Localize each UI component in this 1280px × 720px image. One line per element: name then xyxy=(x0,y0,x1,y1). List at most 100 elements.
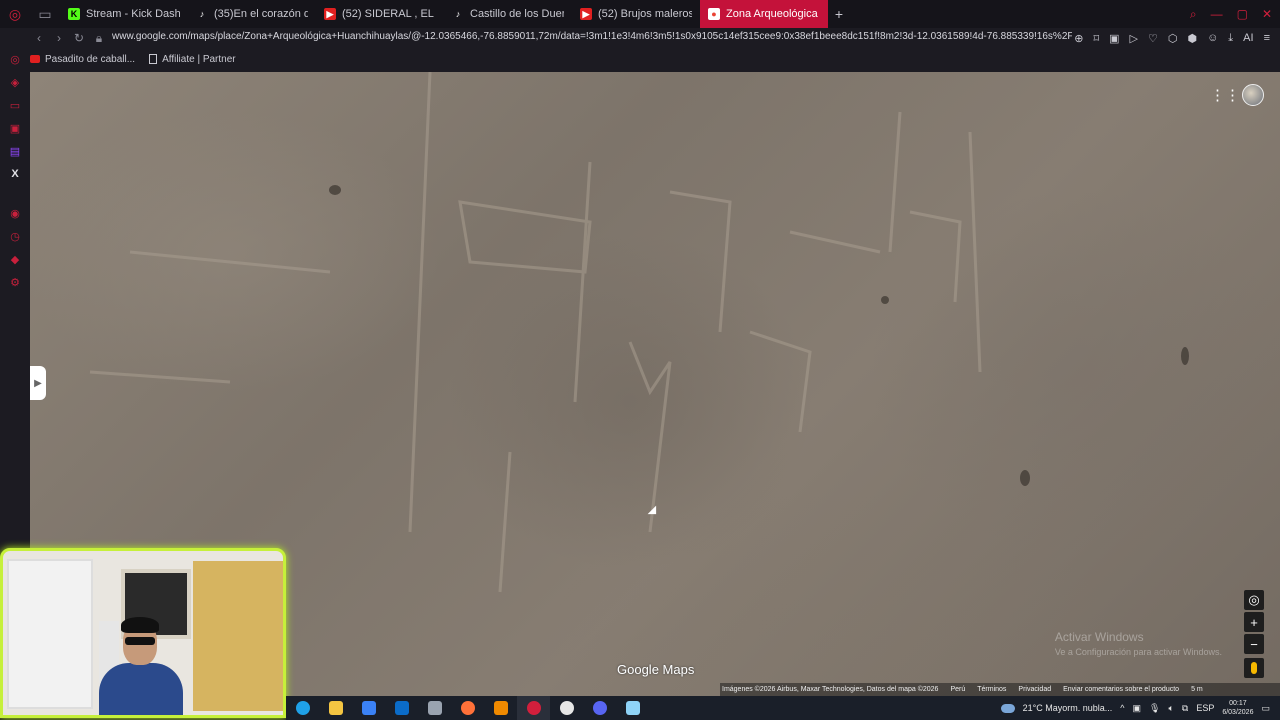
tab-label: Castillo de los Duendes: L xyxy=(470,8,564,20)
volume-icon[interactable]: 🔈︎ xyxy=(1168,703,1173,714)
tab-kick-dashboard[interactable]: K Stream - Kick Dashboard xyxy=(60,0,188,28)
reload-icon[interactable]: ↻ xyxy=(70,28,88,48)
close-icon[interactable]: ✕ xyxy=(1262,7,1272,21)
clock-time: 00:17 xyxy=(1229,700,1247,707)
tiktok-icon: ♪ xyxy=(199,9,205,19)
menu-icon[interactable]: ≡ xyxy=(1264,32,1270,44)
bookmark-label: Affiliate | Partner xyxy=(162,53,236,65)
tab-google-maps[interactable]: ● Zona Arqueológica Huanc xyxy=(700,0,828,28)
bookmark-label: Pasadito de caball... xyxy=(45,53,136,65)
opera-menu-icon[interactable]: ◎ xyxy=(0,0,30,28)
chevron-up-icon[interactable]: ^ xyxy=(1120,703,1124,713)
scale-bar[interactable]: 5 m xyxy=(1191,686,1203,693)
tab-label: (52) SIDERAL , EL STREAM xyxy=(342,8,436,20)
tab-tiktok-2[interactable]: ♪ Castillo de los Duendes: L xyxy=(444,0,572,28)
bookmarks-bar: Pasadito de caball... Affiliate | Partne… xyxy=(30,50,236,68)
history-icon[interactable]: ◷ xyxy=(8,229,22,243)
maximize-icon[interactable]: ▢ xyxy=(1237,7,1248,21)
tiktok-icon: ♪ xyxy=(455,9,461,19)
youtube-icon xyxy=(30,55,40,63)
new-tab-icon[interactable]: + xyxy=(828,0,850,28)
google-maps-logo: Google Maps xyxy=(617,662,695,677)
tab-label: Zona Arqueológica Huanc xyxy=(726,8,820,20)
account-avatar[interactable] xyxy=(1242,84,1264,106)
address-actions: ⊕ ⌑ ▣ ▷ ♡ ⬡ ⬢ ☺ ⤓ AI ≡ xyxy=(1074,28,1270,48)
opera-icon[interactable] xyxy=(517,696,550,720)
messenger-icon[interactable]: ▭ xyxy=(8,98,22,112)
privacy-link[interactable]: Privacidad xyxy=(1018,686,1051,693)
weather-text[interactable]: 21°C Mayorm. nubla... xyxy=(1023,703,1113,713)
window-controls: ⌕ — ▢ ✕ xyxy=(1190,0,1272,28)
imagery-credit: Imágenes ©2026 Airbus, Maxar Technologie… xyxy=(722,686,939,693)
notepad-icon[interactable] xyxy=(616,696,649,720)
obs-icon[interactable] xyxy=(550,696,583,720)
zoom-out-button[interactable]: − xyxy=(1244,634,1264,654)
workspaces-icon[interactable]: ▭ xyxy=(30,0,60,28)
search-tabs-icon[interactable]: ⌕ xyxy=(1190,7,1197,22)
settings-icon[interactable]: ⚙ xyxy=(8,275,22,289)
microphone-icon[interactable]: 🎙︎ xyxy=(1149,703,1160,714)
heart-icon[interactable]: ♡ xyxy=(1148,32,1158,45)
tab-label: (35)En el corazón del Cen xyxy=(214,8,308,20)
bookmark-pasadito[interactable]: Pasadito de caball... xyxy=(30,54,135,65)
tab-tiktok-1[interactable]: ♪ (35)En el corazón del Cen xyxy=(188,0,316,28)
bookmark-icon[interactable]: ⌑ xyxy=(1093,32,1099,45)
feedback-link[interactable]: Enviar comentarios sobre el producto xyxy=(1063,686,1179,693)
download-icon[interactable]: ⤓ xyxy=(1228,32,1233,45)
puzzle-icon[interactable]: ⬢ xyxy=(1187,32,1197,45)
bookmark-affiliate[interactable]: Affiliate | Partner xyxy=(149,54,236,65)
tab-youtube-1[interactable]: ▶ (52) SIDERAL , EL STREAM xyxy=(316,0,444,28)
clock-date: 6/03/2026 xyxy=(1222,709,1254,716)
lock-icon: 🔒︎ xyxy=(95,30,103,45)
watermark-title: Activar Windows xyxy=(1054,630,1144,644)
firefox-icon[interactable] xyxy=(451,696,484,720)
expand-panel-icon[interactable]: ▶ xyxy=(30,366,46,400)
zoom-icon[interactable]: ⊕ xyxy=(1074,32,1083,45)
store-icon[interactable] xyxy=(352,696,385,720)
play-icon[interactable]: ▷ xyxy=(1130,32,1138,45)
aria-icon[interactable]: ◎ xyxy=(8,52,22,66)
my-location-icon[interactable]: ◎ xyxy=(1244,590,1264,610)
system-tray: 21°C Mayorm. nubla... ^ ▣ 🎙︎ 🔈︎ ⧉ ESP 00… xyxy=(1000,696,1280,720)
back-icon[interactable]: ‹ xyxy=(30,28,48,48)
tray-app-icon[interactable]: ▣ xyxy=(1133,703,1142,714)
edge-icon[interactable] xyxy=(286,696,319,720)
forward-icon[interactable]: › xyxy=(50,28,68,48)
ruin-walls xyxy=(89,72,982,593)
account-icon[interactable]: ☺ xyxy=(1207,32,1218,44)
maps-pin-icon: ● xyxy=(708,8,720,20)
extensions-icon[interactable]: ⬡ xyxy=(1168,32,1178,45)
clock[interactable]: 00:17 6/03/2026 xyxy=(1222,699,1253,717)
whatsapp-icon[interactable]: ▣ xyxy=(8,121,22,135)
url-field[interactable]: www.google.com/maps/place/Zona+Arqueológ… xyxy=(112,31,1072,42)
address-bar: ‹ › ↻ 🔒︎ www.google.com/maps/place/Zona+… xyxy=(0,28,1280,48)
windows-activation-watermark: Activar Windows Ve a Configuración para … xyxy=(1055,630,1222,657)
language-indicator[interactable]: ESP xyxy=(1196,703,1214,713)
network-icon[interactable]: ⧉ xyxy=(1182,703,1188,714)
tab-youtube-2[interactable]: ▶ (52) Brujos maleros toman xyxy=(572,0,700,28)
apps-grid-icon[interactable]: ⋮⋮ xyxy=(1210,88,1240,104)
pinboard-icon[interactable]: ◆ xyxy=(8,252,22,266)
page-icon xyxy=(149,54,158,64)
x-icon[interactable]: X xyxy=(8,167,22,181)
zoom-in-button[interactable]: + xyxy=(1244,612,1264,632)
file-explorer-icon[interactable] xyxy=(319,696,352,720)
country-link[interactable]: Perú xyxy=(950,686,965,693)
discord-icon[interactable] xyxy=(583,696,616,720)
screen: ◎ ▭ K Stream - Kick Dashboard ♪ (35)En e… xyxy=(0,0,1280,720)
minimize-icon[interactable]: — xyxy=(1211,7,1223,21)
app-icon[interactable] xyxy=(418,696,451,720)
snapshot-icon[interactable]: ▣ xyxy=(1109,32,1119,45)
wall xyxy=(193,561,283,711)
youtube-icon: ▶ xyxy=(580,8,592,20)
vlc-icon[interactable] xyxy=(484,696,517,720)
windows-taskbar: 21°C Mayorm. nubla... ^ ▣ 🎙︎ 🔈︎ ⧉ ESP 00… xyxy=(286,696,1280,720)
ai-button[interactable]: AI xyxy=(1243,32,1253,44)
terms-link[interactable]: Términos xyxy=(977,686,1006,693)
notifications-icon[interactable]: ▭ xyxy=(1261,703,1270,714)
crypto-wallet-icon[interactable]: ◈ xyxy=(8,75,22,89)
pegman-icon[interactable] xyxy=(1244,658,1264,678)
twitch-icon[interactable]: ▤ xyxy=(8,144,22,158)
outlook-icon[interactable] xyxy=(385,696,418,720)
player-icon[interactable]: ◉ xyxy=(8,206,22,220)
